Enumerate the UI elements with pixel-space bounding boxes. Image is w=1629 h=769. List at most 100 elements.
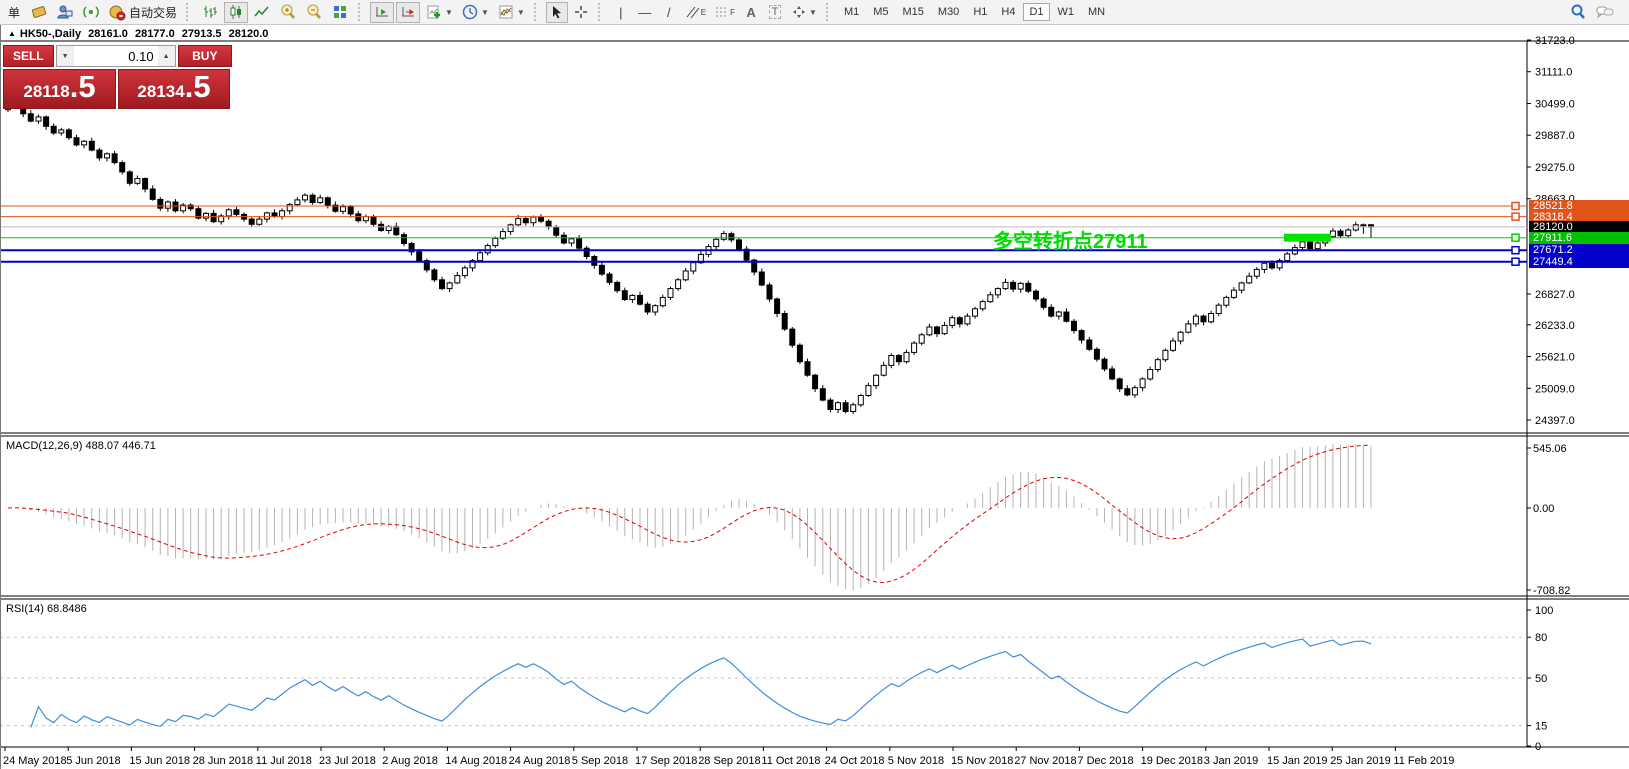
- arrows-dropdown-caret[interactable]: ▼: [809, 8, 817, 17]
- bar-chart-button[interactable]: [198, 2, 222, 23]
- buy-button[interactable]: BUY: [177, 45, 232, 67]
- timeframe-button-m30[interactable]: M30: [932, 3, 965, 21]
- line-chart-button[interactable]: [250, 2, 274, 23]
- macd-signal-line: [7, 444, 1372, 584]
- arrows-tool[interactable]: ▼: [788, 2, 820, 23]
- svg-text:11 Oct 2018: 11 Oct 2018: [761, 755, 820, 767]
- chart-frame: [0, 40, 1629, 748]
- auto-scroll-button[interactable]: [370, 1, 395, 23]
- timeframe-button-m5[interactable]: M5: [867, 3, 894, 21]
- horizontal-line-tool[interactable]: —: [634, 2, 656, 23]
- pivot-annotation-text[interactable]: 多空转折点27911: [993, 225, 1148, 254]
- sell-button[interactable]: SELL: [3, 45, 54, 67]
- periods-dropdown-caret[interactable]: ▼: [481, 8, 489, 17]
- timeframe-button-h4[interactable]: H4: [995, 3, 1021, 21]
- svg-text:28 Jun 2018: 28 Jun 2018: [193, 755, 254, 767]
- price-tag-27449.4: 27449.4: [1529, 255, 1629, 268]
- svg-text:15 Jan 2019: 15 Jan 2019: [1267, 755, 1328, 767]
- chart-title: ▲ HK50-,Daily 28161.0 28177.0 27913.5 281…: [8, 28, 272, 40]
- highlight-bar: [1284, 233, 1331, 242]
- indicators-button[interactable]: ▼: [422, 2, 456, 23]
- lot-decrease-button[interactable]: ▼: [56, 46, 74, 66]
- timeframe-button-m1[interactable]: M1: [838, 3, 865, 21]
- buy-price-display[interactable]: 28134 .5: [118, 69, 230, 109]
- periods-clock-button[interactable]: ▼: [458, 2, 492, 23]
- ohlc-open: 28161.0: [88, 28, 128, 40]
- buy-price-frac: .5: [184, 69, 211, 104]
- svg-text:23 Jul 2018: 23 Jul 2018: [319, 755, 376, 767]
- macd-axis: 545.06 0.00 -708.82: [1527, 443, 1570, 597]
- fibonacci-tool[interactable]: F: [711, 2, 738, 23]
- chart-shift-button[interactable]: [396, 1, 421, 23]
- toolbar-right-group: [1565, 2, 1619, 23]
- candlestick-chart-button[interactable]: [224, 1, 249, 23]
- chart-profile-icon[interactable]: [27, 2, 51, 23]
- rsi-name: RSI(14): [6, 603, 44, 615]
- svg-text:26233.0: 26233.0: [1535, 320, 1575, 332]
- ohlc-close: 28120.0: [228, 28, 269, 40]
- zoom-in-button[interactable]: [276, 2, 300, 23]
- svg-text:29275.0: 29275.0: [1535, 162, 1575, 174]
- rsi-panel-grid: [0, 636, 1527, 727]
- price-tag-27911.6: 27911.6: [1529, 231, 1629, 244]
- toolbar-separator: [186, 3, 192, 21]
- timeframe-button-d1[interactable]: D1: [1023, 3, 1050, 21]
- crosshair-button[interactable]: [570, 2, 592, 23]
- timeframe-button-m15[interactable]: M15: [897, 3, 930, 21]
- svg-text:25621.0: 25621.0: [1535, 352, 1575, 364]
- svg-text:80: 80: [1535, 632, 1547, 644]
- svg-text:545.06: 545.06: [1533, 443, 1567, 455]
- new-order-button[interactable]: 单: [3, 2, 25, 23]
- indicators-dropdown-caret[interactable]: ▼: [445, 8, 453, 17]
- zoom-out-button[interactable]: [302, 2, 326, 23]
- tile-windows-button[interactable]: [328, 2, 352, 23]
- svg-text:24 Aug 2018: 24 Aug 2018: [509, 755, 571, 767]
- svg-text:15: 15: [1535, 721, 1547, 733]
- chat-icon[interactable]: [1592, 2, 1618, 23]
- text-label-tool[interactable]: T: [764, 2, 786, 23]
- window-left-border: [0, 25, 1, 769]
- sell-button-label: SELL: [12, 49, 44, 63]
- auto-trading-button[interactable]: 自动交易: [105, 2, 180, 23]
- sell-price-frac: .5: [69, 69, 96, 104]
- rsi-line: [30, 638, 1372, 728]
- text-tool[interactable]: A: [740, 2, 762, 23]
- search-icon[interactable]: [1566, 2, 1590, 23]
- sell-price-display[interactable]: 28118 .5: [3, 69, 116, 109]
- collapse-icon[interactable]: ▲: [8, 29, 16, 38]
- macd-name: MACD(12,26,9): [6, 440, 83, 452]
- timeframe-button-w1[interactable]: W1: [1052, 3, 1081, 21]
- timeframe-button-mn[interactable]: MN: [1082, 3, 1111, 21]
- svg-text:2 Aug 2018: 2 Aug 2018: [382, 755, 438, 767]
- svg-text:100: 100: [1535, 605, 1553, 617]
- svg-text:15 Jun 2018: 15 Jun 2018: [129, 755, 190, 767]
- svg-text:15 Nov 2018: 15 Nov 2018: [951, 755, 1013, 767]
- svg-text:50: 50: [1535, 673, 1547, 685]
- trendline-tool[interactable]: /: [658, 2, 680, 23]
- templates-dropdown-caret[interactable]: ▼: [517, 8, 525, 17]
- macd-histogram: [15, 444, 1372, 590]
- timeframe-button-h1[interactable]: H1: [967, 3, 993, 21]
- main-toolbar: 单 自动交易 ▼ ▼ ▼ | — / E F A T ▼ M1 M5 M15 M…: [0, 0, 1629, 25]
- toolbar-separator: [533, 3, 540, 21]
- ohlc-low: 27913.5: [181, 28, 222, 40]
- lot-increase-button[interactable]: ▲: [157, 46, 175, 66]
- lot-size-value[interactable]: 0.10: [73, 46, 158, 66]
- new-order-label: 单: [7, 5, 20, 20]
- equidistant-channel-tool[interactable]: E: [682, 2, 709, 23]
- market-watch-icon[interactable]: [53, 2, 77, 23]
- svg-text:30499.0: 30499.0: [1535, 99, 1575, 111]
- cursor-button[interactable]: [545, 1, 568, 23]
- sell-price-int: 28118: [23, 82, 70, 101]
- chart-symbol: HK50-,Daily: [19, 28, 82, 40]
- toolbar-separator: [597, 3, 604, 21]
- signals-icon[interactable]: [79, 2, 103, 23]
- svg-text:11 Jul 2018: 11 Jul 2018: [256, 755, 312, 767]
- vertical-line-tool[interactable]: |: [610, 2, 632, 23]
- mt4-window: 单 自动交易 ▼ ▼ ▼ | — / E F A T ▼ M1 M5 M15 M…: [0, 0, 1629, 769]
- svg-text:26827.0: 26827.0: [1535, 289, 1575, 301]
- templates-button[interactable]: ▼: [494, 2, 528, 23]
- svg-text:14 Aug 2018: 14 Aug 2018: [445, 755, 507, 767]
- toolbar-separator: [825, 3, 832, 21]
- chart-canvas[interactable]: 31723.031111.030499.029887.029275.028663…: [0, 0, 1629, 769]
